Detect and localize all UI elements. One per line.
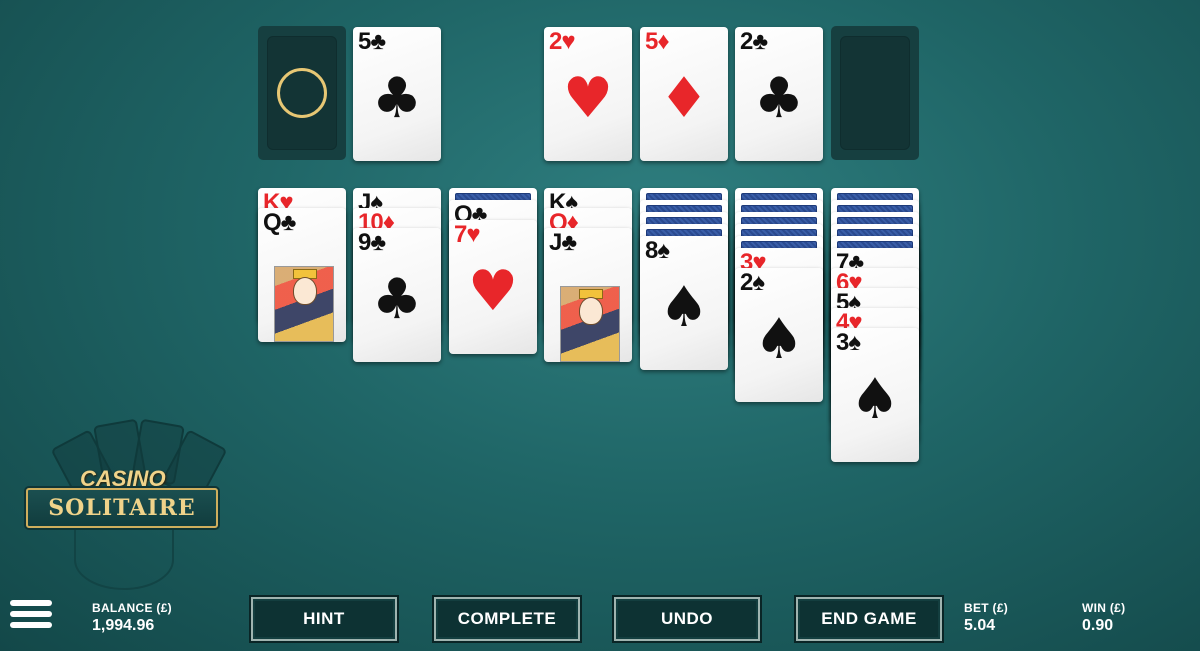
playing-card[interactable]: Q♣ [258, 208, 346, 342]
win-display: WIN (£) 0.90 [1082, 601, 1125, 635]
playing-card[interactable]: 2♣ ♣ [735, 27, 823, 161]
card-rank-suit: 5♦ [645, 28, 670, 55]
balance-value: 1,994.96 [92, 617, 155, 634]
bet-label: BET (£) [964, 601, 1009, 615]
bet-display: BET (£) 5.04 [964, 601, 1008, 635]
card-rank-suit: 9♣ [358, 229, 386, 256]
playing-card[interactable]: 7♥ ♥ [449, 220, 537, 354]
foundation-slot-empty[interactable] [831, 26, 919, 160]
club-suit-icon: ♣ [371, 66, 423, 131]
playing-card[interactable]: 5♦ ♦ [640, 27, 728, 161]
bet-value: 5.04 [964, 617, 996, 634]
card-rank-suit: 8♠ [645, 237, 670, 264]
spade-suit-icon: ♠ [753, 307, 805, 372]
balance-label: BALANCE (£) [92, 601, 172, 615]
playing-card[interactable]: J♣ [544, 228, 632, 362]
heart-suit-icon: ♥ [467, 259, 519, 324]
spade-suit-icon: ♠ [849, 367, 901, 432]
diamond-suit-icon: ♦ [658, 66, 710, 131]
card-rank-suit: J♣ [549, 229, 577, 256]
playing-card[interactable]: 2♠ ♠ [735, 268, 823, 402]
card-rank-suit: 2♠ [740, 269, 765, 296]
recycle-icon[interactable] [277, 68, 327, 118]
playing-card[interactable]: 3♠ ♠ [831, 328, 919, 462]
spade-suit-icon: ♠ [658, 275, 710, 340]
club-suit-icon: ♣ [371, 267, 423, 332]
card-rank-suit: 2♣ [740, 28, 768, 55]
game-logo: CASINO SOLITAIRE [24, 418, 228, 598]
complete-button[interactable]: COMPLETE [434, 597, 580, 641]
club-suit-icon: ♣ [753, 66, 805, 131]
playing-card[interactable]: 5♣ ♣ [353, 27, 441, 161]
playing-card[interactable]: 8♠ ♠ [640, 236, 728, 370]
win-value: 0.90 [1082, 617, 1114, 634]
hamburger-menu-icon[interactable] [10, 600, 52, 634]
card-rank-suit: Q♣ [263, 209, 296, 236]
card-rank-suit: 2♥ [549, 28, 576, 55]
balance-display: BALANCE (£) 1,994.96 [92, 601, 172, 635]
card-rank-suit: 5♣ [358, 28, 386, 55]
face-card-portrait-icon [274, 266, 334, 342]
logo-solitaire-text: SOLITAIRE [48, 495, 196, 521]
foundation-slot-inner [840, 36, 910, 150]
stock-pile[interactable] [258, 26, 346, 160]
heart-suit-icon: ♥ [562, 66, 614, 131]
logo-banner: SOLITAIRE [26, 488, 218, 528]
logo-ornament [74, 530, 174, 590]
win-label: WIN (£) [1082, 601, 1126, 615]
face-card-portrait-icon [560, 286, 620, 362]
undo-button[interactable]: UNDO [614, 597, 760, 641]
playing-card[interactable]: 2♥ ♥ [544, 27, 632, 161]
end-game-button[interactable]: END GAME [796, 597, 942, 641]
hint-button[interactable]: HINT [251, 597, 397, 641]
playing-card[interactable]: 9♣ ♣ [353, 228, 441, 362]
card-rank-suit: 3♠ [836, 329, 861, 356]
card-rank-suit: 7♥ [454, 221, 481, 248]
